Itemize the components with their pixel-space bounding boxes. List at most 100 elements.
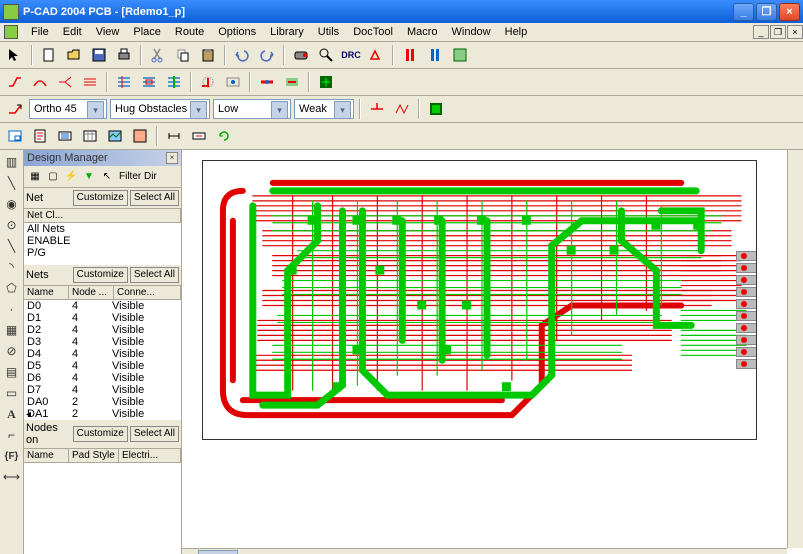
menu-doctool[interactable]: DocTool: [346, 24, 400, 40]
net-row[interactable]: D64Visible: [24, 372, 181, 384]
layers-blue-icon[interactable]: [424, 44, 446, 66]
notes-icon[interactable]: [29, 125, 51, 147]
net-class-list[interactable]: All Nets ENABLE P/G: [24, 223, 181, 265]
dm-select-icon[interactable]: ↖: [99, 169, 115, 185]
refresh-doc-icon[interactable]: [213, 125, 235, 147]
pad-tool-icon[interactable]: ◉: [2, 194, 22, 214]
open-icon[interactable]: [63, 44, 85, 66]
arc-tool-icon[interactable]: ◝: [2, 257, 22, 277]
low-combo[interactable]: Low: [213, 99, 291, 119]
layer-setup-icon[interactable]: [449, 44, 471, 66]
dm-filter-icon[interactable]: ▼: [81, 169, 97, 185]
neckdown-icon[interactable]: [256, 71, 278, 93]
autoroute-icon[interactable]: [315, 71, 337, 93]
picture-icon[interactable]: [104, 125, 126, 147]
select-tool-icon[interactable]: [4, 44, 26, 66]
cut-icon[interactable]: [147, 44, 169, 66]
pour-tool-icon[interactable]: ▦: [2, 320, 22, 340]
nodes-col-pad[interactable]: Pad Style: [69, 449, 119, 462]
weak-combo[interactable]: Weak: [294, 99, 354, 119]
print-icon[interactable]: [113, 44, 135, 66]
menu-edit[interactable]: Edit: [56, 24, 89, 40]
push-trace-icon[interactable]: [113, 71, 135, 93]
net-row[interactable]: D54Visible: [24, 360, 181, 372]
glossing-icon[interactable]: [391, 98, 413, 120]
nodes-customize-button[interactable]: Customize: [73, 426, 128, 442]
pcb-canvas[interactable]: [182, 150, 803, 554]
dimension-tool-icon[interactable]: ⟷: [2, 467, 22, 487]
layers-red-icon[interactable]: [399, 44, 421, 66]
menu-route[interactable]: Route: [168, 24, 211, 40]
minimize-button[interactable]: _: [733, 3, 754, 21]
nets-selectall-button[interactable]: Select All: [130, 267, 179, 283]
miter-icon[interactable]: [197, 71, 219, 93]
mdi-minimize[interactable]: _: [753, 25, 769, 39]
nets-customize-button[interactable]: Customize: [73, 267, 128, 283]
line-tool-icon[interactable]: ╲: [2, 236, 22, 256]
net-row[interactable]: DA12Visible: [24, 408, 181, 420]
design-manager-close-icon[interactable]: ×: [166, 152, 178, 164]
net-customize-button[interactable]: Customize: [73, 190, 128, 206]
route-fanout-icon[interactable]: [54, 71, 76, 93]
net-row[interactable]: D34Visible: [24, 336, 181, 348]
net-row[interactable]: D74Visible: [24, 384, 181, 396]
undo-icon[interactable]: [231, 44, 253, 66]
menu-macro[interactable]: Macro: [400, 24, 445, 40]
nodes-grid[interactable]: [24, 463, 181, 554]
nets-grid[interactable]: ◂ D04VisibleD14VisibleD24VisibleD34Visib…: [24, 300, 181, 420]
net-row[interactable]: D24Visible: [24, 324, 181, 336]
connection-tool-icon[interactable]: ╲: [2, 173, 22, 193]
t-route-icon[interactable]: [366, 98, 388, 120]
nets-col-node[interactable]: Node ...: [69, 286, 114, 299]
horizontal-scrollbar[interactable]: [182, 548, 787, 554]
field-icon[interactable]: [188, 125, 210, 147]
text-tool-icon[interactable]: A: [2, 404, 22, 424]
menu-utils[interactable]: Utils: [311, 24, 346, 40]
keepout-tool-icon[interactable]: ▤: [2, 362, 22, 382]
paste-icon[interactable]: [197, 44, 219, 66]
hug-combo[interactable]: Hug Obstacles: [110, 99, 210, 119]
vertical-scrollbar[interactable]: [787, 150, 803, 548]
detail-icon[interactable]: [129, 125, 151, 147]
dm-nets-icon[interactable]: ▦: [27, 169, 43, 185]
layer-stack-icon[interactable]: [425, 98, 447, 120]
title-sheet-icon[interactable]: [4, 125, 26, 147]
net-class-col[interactable]: Net Cl...: [24, 209, 181, 222]
menu-window[interactable]: Window: [445, 24, 498, 40]
plane-tool-icon[interactable]: ⊘: [2, 341, 22, 361]
revision-icon[interactable]: [54, 125, 76, 147]
new-icon[interactable]: [38, 44, 60, 66]
menu-place[interactable]: Place: [126, 24, 168, 40]
ortho-combo[interactable]: Ortho 45: [29, 99, 107, 119]
route-interactive-icon[interactable]: [281, 71, 303, 93]
point-tool-icon[interactable]: ·: [2, 299, 22, 319]
visible-routing-icon[interactable]: [222, 71, 244, 93]
nets-col-conn[interactable]: Conne...: [114, 286, 181, 299]
net-row[interactable]: D14Visible: [24, 312, 181, 324]
net-row[interactable]: D04Visible: [24, 300, 181, 312]
mdi-restore[interactable]: ❐: [770, 25, 786, 39]
dm-flash-icon[interactable]: ⚡: [63, 169, 79, 185]
menu-library[interactable]: Library: [263, 24, 311, 40]
design-manager-titlebar[interactable]: Design Manager ×: [24, 150, 181, 166]
copy-icon[interactable]: [172, 44, 194, 66]
drill-table-icon[interactable]: [79, 125, 101, 147]
net-row[interactable]: DA02Visible: [24, 396, 181, 408]
net-selectall-button[interactable]: Select All: [130, 190, 179, 206]
route-manual-icon[interactable]: [4, 71, 26, 93]
maximize-button[interactable]: ❐: [756, 3, 777, 21]
dimension-icon[interactable]: [163, 125, 185, 147]
attribute-tool-icon[interactable]: ⌐: [2, 425, 22, 445]
maximize-hug-icon[interactable]: [163, 71, 185, 93]
route-arc-icon[interactable]: [29, 71, 51, 93]
dm-doc-icon[interactable]: ▢: [45, 169, 61, 185]
nets-col-name[interactable]: Name: [24, 286, 69, 299]
net-row[interactable]: D44Visible: [24, 348, 181, 360]
nodes-col-name[interactable]: Name: [24, 449, 69, 462]
push-segment-icon[interactable]: [138, 71, 160, 93]
route-bus-icon[interactable]: [79, 71, 101, 93]
menu-options[interactable]: Options: [211, 24, 263, 40]
menu-view[interactable]: View: [89, 24, 127, 40]
nodes-col-elec[interactable]: Electri...: [119, 449, 181, 462]
via-tool-icon[interactable]: ⊙: [2, 215, 22, 235]
